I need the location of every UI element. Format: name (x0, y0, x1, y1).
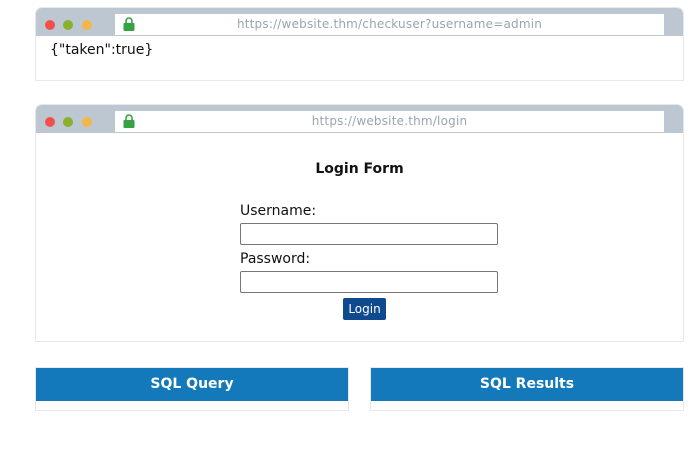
login-page-content: Login Form Username: Password: Login (36, 133, 683, 341)
sql-query-header: SQL Query (36, 368, 348, 401)
address-bar[interactable]: https://website.thm/login (115, 111, 664, 132)
close-dot (45, 20, 55, 30)
maximize-dot (63, 117, 73, 127)
browser-window-checkuser: https://website.thm/checkuser?username=a… (35, 7, 684, 81)
browser-toolbar: https://website.thm/checkuser?username=a… (36, 8, 683, 36)
username-label: Username: (240, 203, 317, 219)
sql-results-panel: SQL Results (370, 367, 684, 411)
minimize-dot (82, 117, 92, 127)
page-content: {"taken":true} (36, 36, 683, 80)
close-dot (45, 117, 55, 127)
minimize-dot (82, 20, 92, 30)
username-input[interactable] (240, 223, 498, 245)
maximize-dot (63, 20, 73, 30)
browser-toolbar: https://website.thm/login (36, 105, 683, 133)
address-url: https://website.thm/checkuser?username=a… (236, 17, 543, 31)
password-label: Password: (240, 251, 311, 267)
address-bar[interactable]: https://website.thm/checkuser?username=a… (115, 14, 664, 35)
form-title: Login Form (315, 161, 404, 177)
password-input[interactable] (240, 271, 498, 293)
sql-results-header: SQL Results (371, 368, 683, 401)
address-url: https://website.thm/login (311, 114, 468, 128)
login-button[interactable]: Login (343, 298, 386, 320)
browser-window-login: https://website.thm/login Login Form Use… (35, 104, 684, 342)
sql-query-panel: SQL Query (35, 367, 349, 411)
json-response: {"taken":true} (50, 42, 154, 58)
